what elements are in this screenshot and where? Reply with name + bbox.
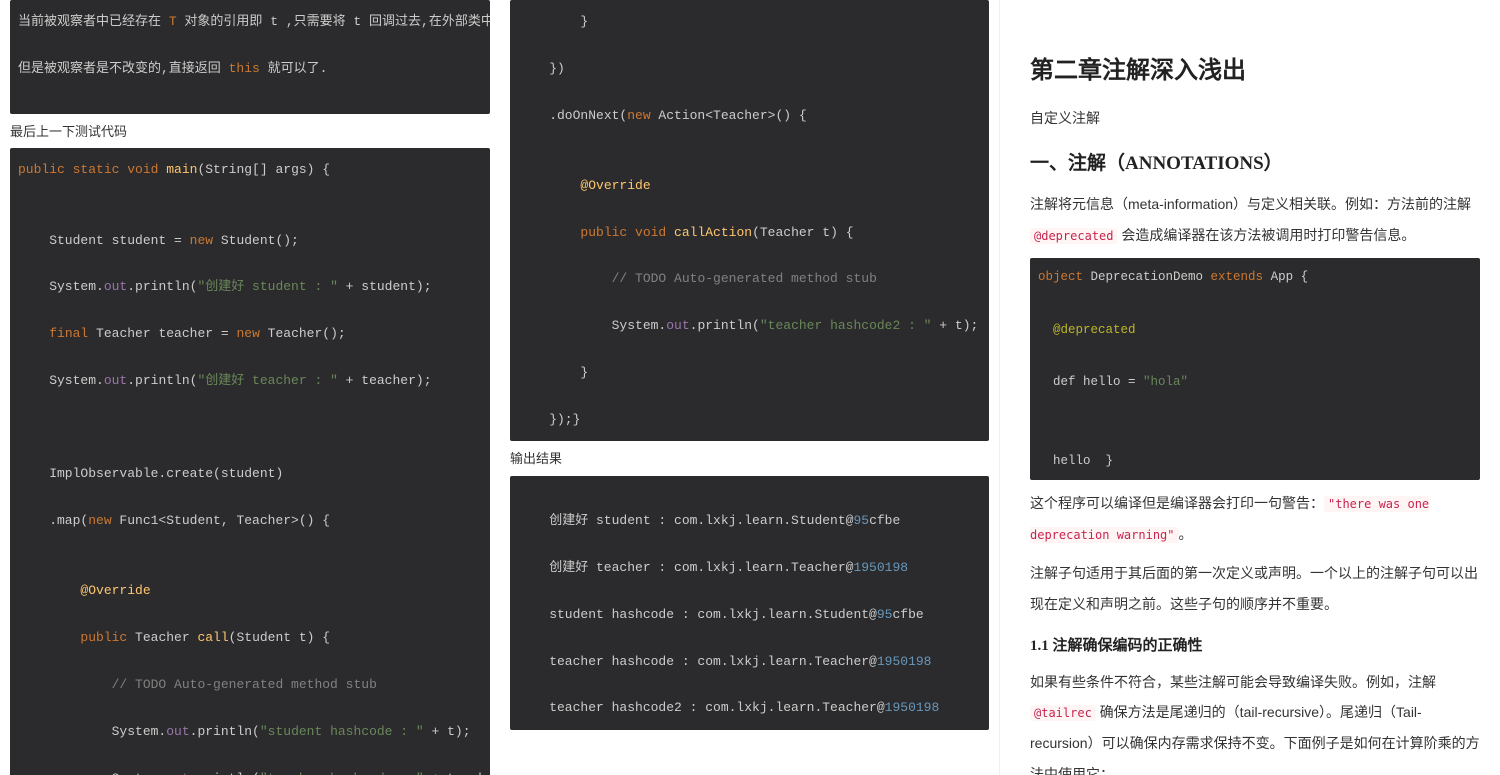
main-code-block-2: } }) .doOnNext(new Action<Teacher>() { @… xyxy=(510,0,989,441)
main-code-block-1: public static void main(String[] args) {… xyxy=(10,148,490,775)
column-left: 当前被观察者中已经存在 T 对象的引用即 t ,只需要将 t 回调过去,在外部类… xyxy=(0,0,500,775)
column-right: 第二章注解深入浅出 自定义注解 一、注解（ANNOTATIONS） 注解将元信息… xyxy=(1000,0,1500,775)
output-block: 创建好 student : com.lxkj.learn.Student@95c… xyxy=(510,476,989,730)
c1-l1: public static void xyxy=(18,162,166,177)
deprecated-inline-code: @deprecated xyxy=(1030,228,1117,244)
annotations-intro: 注解将元信息（meta-information）与定义相关联。例如：方法前的注解… xyxy=(1030,189,1480,251)
output-label: 输出结果 xyxy=(510,449,989,470)
tailrec-inline-code: @tailrec xyxy=(1030,705,1096,721)
tailrec-text: 如果有些条件不符合，某些注解可能会导致编译失败。例如，注解 @tailrec 确… xyxy=(1030,667,1480,775)
annotation-scope-text: 注解子句适用于其后面的第一次定义或声明。一个以上的注解子句可以出现在定义和声明之… xyxy=(1030,558,1480,620)
compile-warning-text: 这个程序可以编译但是编译器会打印一句警告："there was one depr… xyxy=(1030,488,1480,550)
intro-text-box: 当前被观察者中已经存在 T 对象的引用即 t ,只需要将 t 回调过去,在外部类… xyxy=(10,0,490,114)
section-1-heading: 一、注解（ANNOTATIONS） xyxy=(1030,148,1480,175)
intro-this: this xyxy=(229,61,260,76)
intro-T: T xyxy=(169,14,177,29)
last-code-label: 最后上一下测试代码 xyxy=(10,122,490,143)
intro-line-2a: 但是被观察者是不改变的,直接返回 xyxy=(18,61,229,76)
column-middle: } }) .doOnNext(new Action<Teacher>() { @… xyxy=(500,0,1000,775)
intro-line-1a: 当前被观察者中已经存在 xyxy=(18,14,169,29)
intro-line-2b: 就可以了. xyxy=(260,61,328,76)
subtitle: 自定义注解 xyxy=(1030,103,1480,134)
scala-code-block: object DeprecationDemo extends App { @de… xyxy=(1030,258,1480,480)
chapter-title: 第二章注解深入浅出 xyxy=(1030,50,1480,85)
section-1-1-heading: 1.1 注解确保编码的正确性 xyxy=(1030,634,1480,655)
intro-line-1b: 对象的引用即 t ,只需要将 t 回调过去,在外部类中进行修改, xyxy=(177,14,490,29)
